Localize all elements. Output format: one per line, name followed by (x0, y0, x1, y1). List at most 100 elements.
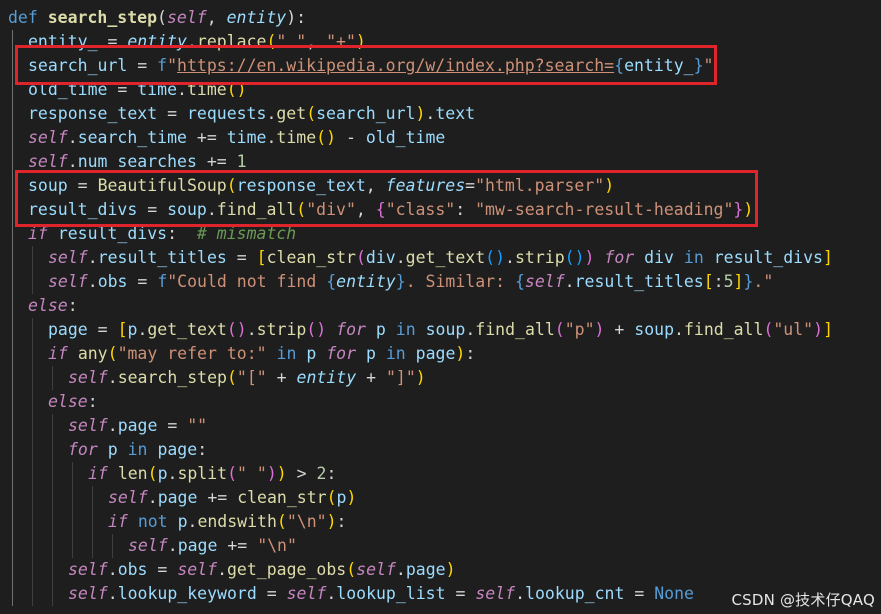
code-token: None (654, 584, 694, 603)
code-token: any (77, 344, 108, 363)
code-token: self (475, 584, 516, 603)
code-line[interactable]: if any("may refer to:" in p for p in pag… (48, 342, 475, 366)
code-token: p (157, 464, 168, 483)
code-line[interactable]: else: (48, 390, 98, 414)
code-token: : (197, 440, 208, 459)
indent-guide (72, 462, 73, 558)
code-token: search_step (47, 8, 158, 27)
code-token: . (217, 560, 227, 579)
code-token: ) (276, 464, 287, 483)
code-token: ( (763, 320, 774, 339)
code-token: . (465, 320, 476, 339)
code-token: : (336, 512, 347, 531)
code-token: { (514, 272, 525, 291)
code-token: += (196, 152, 237, 171)
code-token: ) (445, 560, 456, 579)
code-token: self (48, 272, 88, 291)
code-token: () (316, 128, 337, 147)
code-token: () (226, 320, 247, 339)
code-token: search_step (117, 368, 227, 387)
code-token: . (564, 272, 575, 291)
code-token: p (107, 440, 118, 459)
code-token: lookup_keyword (117, 584, 257, 603)
code-token: f (157, 272, 168, 291)
code-token: ) (813, 320, 824, 339)
code-token: clean_str (237, 488, 327, 507)
code-token: ) (594, 320, 605, 339)
code-token: . (137, 320, 148, 339)
code-token: split (177, 464, 228, 483)
code-token: + (356, 368, 386, 387)
code-token: time (276, 128, 317, 147)
code-token: ] (733, 272, 744, 291)
code-line[interactable]: self.obs = f"Could not find {entity}. Si… (48, 270, 773, 294)
code-token: . (107, 368, 118, 387)
code-line[interactable]: else: (28, 294, 78, 318)
code-token: . (266, 128, 277, 147)
code-token: entity (226, 8, 287, 27)
code-token: "Could not find (167, 272, 327, 291)
code-line[interactable]: self.page += "\n" (128, 534, 297, 558)
code-line[interactable]: self.page = "" (68, 414, 207, 438)
code-token: ) (455, 344, 466, 363)
code-line[interactable]: self.page += clean_str(p) (108, 486, 356, 510)
code-line[interactable]: self.lookup_keyword = self.lookup_list =… (68, 582, 694, 606)
code-token: obs (97, 272, 128, 291)
code-token: : (713, 272, 724, 291)
code-token: ( (554, 320, 565, 339)
code-line[interactable]: self.search_time += time.time() - old_ti… (28, 126, 445, 150)
code-token: search_url (316, 104, 416, 123)
code-token: = (624, 584, 655, 603)
code-token: p (306, 344, 317, 363)
code-line[interactable]: if len(p.split(" ")) > 2: (88, 462, 336, 486)
code-token: lookup_cnt (525, 584, 625, 603)
code-line[interactable]: self.obs = self.get_page_obs(self.page) (68, 558, 456, 582)
code-token: . (107, 584, 118, 603)
code-token: old_time (365, 128, 446, 147)
code-token: = (256, 584, 287, 603)
code-token: . Similar: (405, 272, 515, 291)
code-token: num_searches (77, 152, 197, 171)
code-line[interactable]: self.search_step("[" + entity + "]") (68, 366, 426, 390)
code-token: . (107, 416, 118, 435)
code-token: - (336, 128, 366, 147)
code-line[interactable]: for p in page: (68, 438, 207, 462)
code-token: . (395, 248, 406, 267)
code-token: p (177, 512, 188, 531)
code-token: search_time (77, 128, 187, 147)
code-token: not (137, 512, 168, 531)
code-token: soup (425, 320, 466, 339)
code-line[interactable]: if not p.endswith("\n"): (108, 510, 346, 534)
code-token: page (415, 344, 456, 363)
code-token: : (465, 344, 476, 363)
code-token: ( (147, 464, 158, 483)
code-token: ( (227, 464, 238, 483)
code-line[interactable]: self.result_titles = [clean_str(div.get_… (48, 246, 833, 270)
code-line[interactable]: page = [p.get_text().strip() for p in so… (48, 318, 833, 342)
code-token: in (385, 344, 406, 363)
code-token: self (166, 8, 207, 27)
code-token: ( (226, 368, 237, 387)
code-token: in (683, 248, 704, 267)
code-token: p (336, 488, 347, 507)
code-token: obs (117, 560, 148, 579)
code-token: . (87, 248, 98, 267)
indent-guide (32, 246, 33, 294)
code-token: "ul" (773, 320, 814, 339)
code-line[interactable]: response_text = requests.get(search_url)… (28, 102, 475, 126)
code-editor[interactable]: def search_step(self, entity): entity_ = … (0, 0, 881, 614)
code-token: if (48, 344, 68, 363)
indent-guide (12, 30, 13, 606)
code-token: ) (346, 488, 357, 507)
code-line[interactable]: def search_step(self, entity): (8, 6, 306, 30)
code-token: self (108, 488, 148, 507)
code-token: 5 (723, 272, 734, 291)
code-token: page (157, 488, 198, 507)
